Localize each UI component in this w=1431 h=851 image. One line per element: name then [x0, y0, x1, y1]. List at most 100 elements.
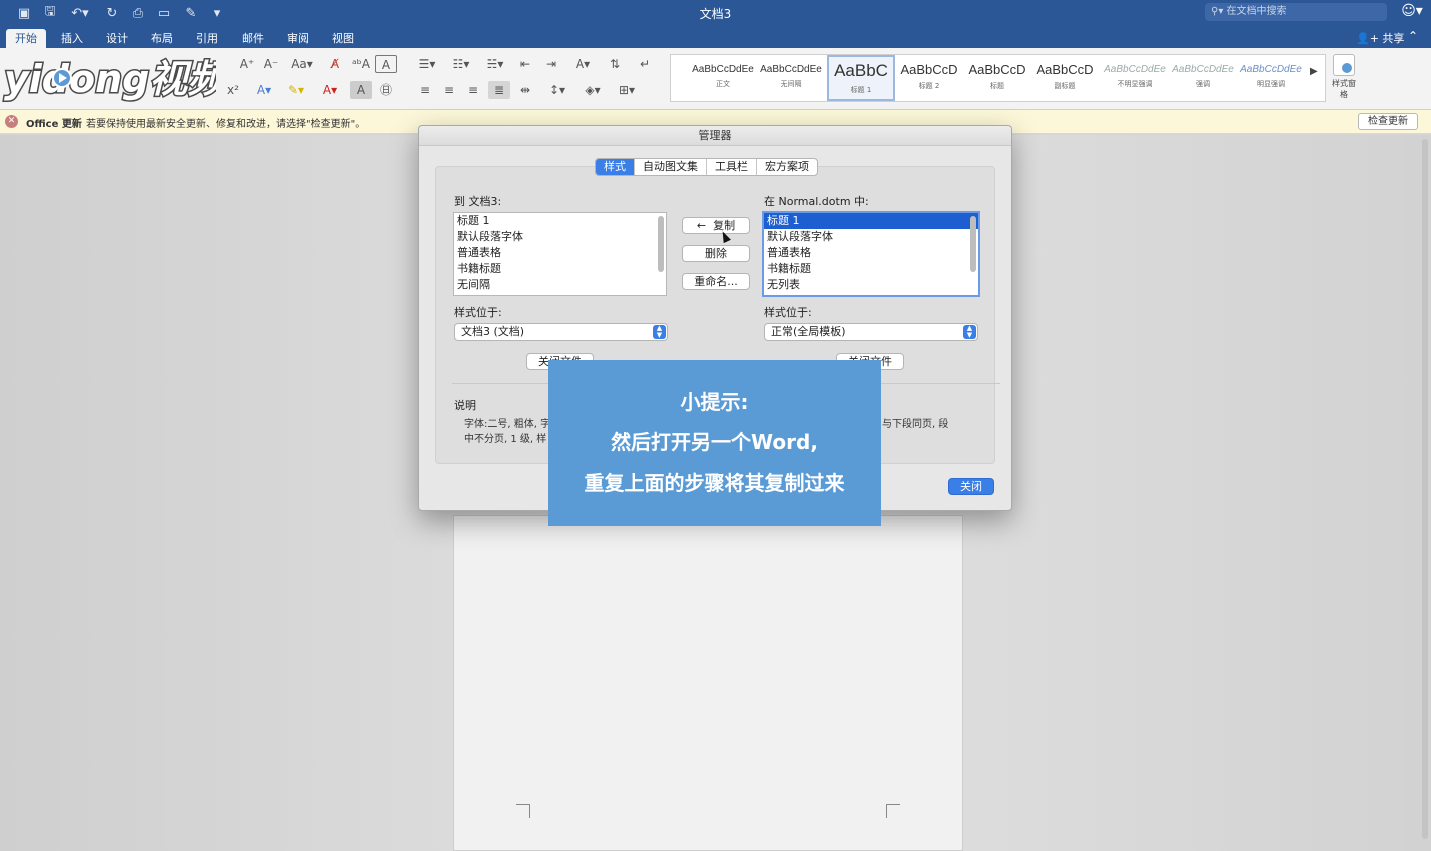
- show-formatting-icon[interactable]: ↵: [634, 55, 656, 73]
- character-shading-icon[interactable]: A: [350, 81, 372, 99]
- list-item[interactable]: 默认段落字体: [454, 229, 666, 245]
- shrink-font-icon[interactable]: A⁻: [260, 55, 282, 73]
- right-styles-in-select[interactable]: 正常(全局模板) ▲ ▼: [764, 323, 978, 341]
- list-item[interactable]: 无列表: [764, 277, 978, 293]
- phonetic-guide-icon[interactable]: ᵃᵇA: [350, 55, 372, 73]
- scrollbar-thumb[interactable]: [1422, 139, 1428, 839]
- tab-styles[interactable]: 样式: [596, 159, 635, 175]
- style-tile-heading-2[interactable]: AaBbCcD 标题 2: [895, 55, 963, 101]
- bullets-icon[interactable]: ☰▾: [412, 55, 442, 73]
- tab-view[interactable]: 视图: [325, 29, 361, 48]
- list-scrollbar[interactable]: [658, 216, 664, 272]
- right-styles-list[interactable]: 标题 1 默认段落字体 普通表格 书籍标题 无列表: [762, 211, 980, 297]
- multilevel-list-icon[interactable]: ☵▾: [480, 55, 510, 73]
- decrease-indent-icon[interactable]: ⇤: [514, 55, 536, 73]
- vertical-scrollbar[interactable]: [1421, 139, 1429, 839]
- tab-mailings[interactable]: 邮件: [235, 29, 271, 48]
- list-item[interactable]: 书籍标题: [764, 261, 978, 277]
- document-page[interactable]: [453, 515, 963, 851]
- edit-icon[interactable]: ✎: [180, 4, 202, 22]
- numbering-icon[interactable]: ☷▾: [446, 55, 476, 73]
- styles-gallery: AaBbCcDdEe 正文 AaBbCcDdEe 无间隔 AaBbC 标题 1 …: [670, 54, 1326, 102]
- list-item[interactable]: 标题 1: [454, 213, 666, 229]
- style-tile-intense-emphasis[interactable]: AaBbCcDdEe 明显强调: [1237, 55, 1305, 101]
- text-effects-icon[interactable]: A▾: [250, 81, 278, 99]
- list-item[interactable]: 普通表格: [764, 245, 978, 261]
- style-tile-heading-1[interactable]: AaBbC 标题 1: [827, 55, 895, 101]
- list-item-selected[interactable]: 标题 1: [764, 213, 978, 229]
- crop-mark: [886, 804, 900, 818]
- rename-button[interactable]: 重命名...: [682, 273, 750, 290]
- share-button[interactable]: 👤+ 共享: [1356, 30, 1404, 46]
- infobar-message: 若要保持使用最新安全更新、修复和改进，请选择"检查更新"。: [86, 119, 366, 130]
- delete-button[interactable]: 删除: [682, 245, 750, 262]
- collapse-ribbon-icon[interactable]: ⌃: [1408, 29, 1418, 43]
- style-tile-title[interactable]: AaBbCcD 标题: [963, 55, 1031, 101]
- dismiss-infobar-icon[interactable]: ✕: [5, 115, 18, 128]
- align-center-icon[interactable]: ≡: [438, 81, 460, 99]
- sort-icon[interactable]: ⇅: [604, 55, 626, 73]
- feedback-smiley-icon[interactable]: ☺▾: [1400, 3, 1424, 21]
- customize-toolbar-icon[interactable]: ▾: [208, 4, 226, 22]
- left-styles-list[interactable]: 标题 1 默认段落字体 普通表格 书籍标题 无间隔: [453, 212, 667, 296]
- share-icon: 👤+: [1356, 32, 1379, 45]
- list-item[interactable]: 书籍标题: [454, 261, 666, 277]
- character-border-icon[interactable]: A: [375, 55, 397, 73]
- tab-autotext[interactable]: 自动图文集: [635, 159, 707, 175]
- sidebar-toggle-icon[interactable]: ▣: [14, 4, 34, 22]
- tab-macro-project-items[interactable]: 宏方案项: [757, 159, 817, 175]
- change-case-icon[interactable]: Aa▾: [288, 55, 316, 73]
- close-dialog-button[interactable]: 关闭: [948, 478, 994, 495]
- left-list-header: 到 文档3:: [454, 195, 502, 208]
- style-tile-subtitle[interactable]: AaBbCcD 副标题: [1031, 55, 1099, 101]
- align-left-icon[interactable]: ≡: [414, 81, 436, 99]
- distribute-icon[interactable]: ⇹: [514, 81, 536, 99]
- crop-mark: [516, 804, 530, 818]
- style-preview: AaBbCcD: [1036, 62, 1094, 77]
- tab-references[interactable]: 引用: [189, 29, 225, 48]
- search-input[interactable]: ⚲▾ 在文档中搜索: [1205, 3, 1387, 21]
- shading-icon[interactable]: ◈▾: [578, 81, 608, 99]
- dialog-tabs: 样式 自动图文集 工具栏 宏方案项: [595, 158, 818, 176]
- check-updates-button[interactable]: 检查更新: [1358, 113, 1418, 130]
- borders-icon[interactable]: ⊞▾: [612, 81, 642, 99]
- undo-icon[interactable]: ↶▾: [66, 4, 94, 22]
- tab-design[interactable]: 设计: [99, 29, 135, 48]
- increase-indent-icon[interactable]: ⇥: [540, 55, 562, 73]
- tip-line: 重复上面的步骤将其复制过来: [584, 471, 845, 495]
- copy-button[interactable]: ← 复制: [682, 217, 750, 234]
- tab-layout[interactable]: 布局: [144, 29, 180, 48]
- highlight-icon[interactable]: ✎▾: [282, 81, 310, 99]
- line-spacing-icon[interactable]: ↕▾: [542, 81, 572, 99]
- list-item[interactable]: 无间隔: [454, 277, 666, 293]
- tab-toolbars[interactable]: 工具栏: [707, 159, 757, 175]
- style-tile-emphasis[interactable]: AaBbCcDdEe 强调: [1169, 55, 1237, 101]
- redo-icon[interactable]: ↻: [102, 4, 122, 22]
- justify-icon[interactable]: ≣: [488, 81, 510, 99]
- list-item[interactable]: 默认段落字体: [764, 229, 978, 245]
- align-right-icon[interactable]: ≡: [462, 81, 484, 99]
- list-scrollbar[interactable]: [970, 216, 976, 272]
- asian-layout-icon[interactable]: A▾: [568, 55, 598, 73]
- superscript-icon[interactable]: x²: [222, 81, 244, 99]
- clear-formatting-icon[interactable]: A̸: [324, 55, 346, 73]
- tab-home[interactable]: 开始: [6, 29, 46, 48]
- font-color-icon[interactable]: A▾: [316, 81, 344, 99]
- gallery-next-icon[interactable]: ▶: [1310, 66, 1318, 77]
- style-tile-normal[interactable]: AaBbCcDdEe 正文: [689, 55, 757, 101]
- print-icon[interactable]: ⎙: [128, 4, 148, 22]
- popup-stepper-icon: ▲ ▼: [963, 325, 976, 339]
- tab-review[interactable]: 审阅: [280, 29, 316, 48]
- style-tile-no-spacing[interactable]: AaBbCcDdEe 无间隔: [757, 55, 825, 101]
- right-styles-in-value: 正常(全局模板): [771, 325, 846, 338]
- list-item[interactable]: 普通表格: [454, 245, 666, 261]
- grow-font-icon[interactable]: A⁺: [236, 55, 258, 73]
- tab-insert[interactable]: 插入: [54, 29, 90, 48]
- style-preview: AaBbC: [834, 61, 888, 80]
- save-icon[interactable]: 🖫: [40, 4, 60, 22]
- styles-pane-button[interactable]: 样式窗格: [1330, 54, 1358, 106]
- preview-icon[interactable]: ▭: [154, 4, 174, 22]
- enclose-character-icon[interactable]: ㊐: [375, 81, 397, 99]
- left-styles-in-select[interactable]: 文档3 (文档) ▲ ▼: [454, 323, 668, 341]
- style-tile-subtle-emphasis[interactable]: AaBbCcDdEe 不明显强调: [1101, 55, 1169, 101]
